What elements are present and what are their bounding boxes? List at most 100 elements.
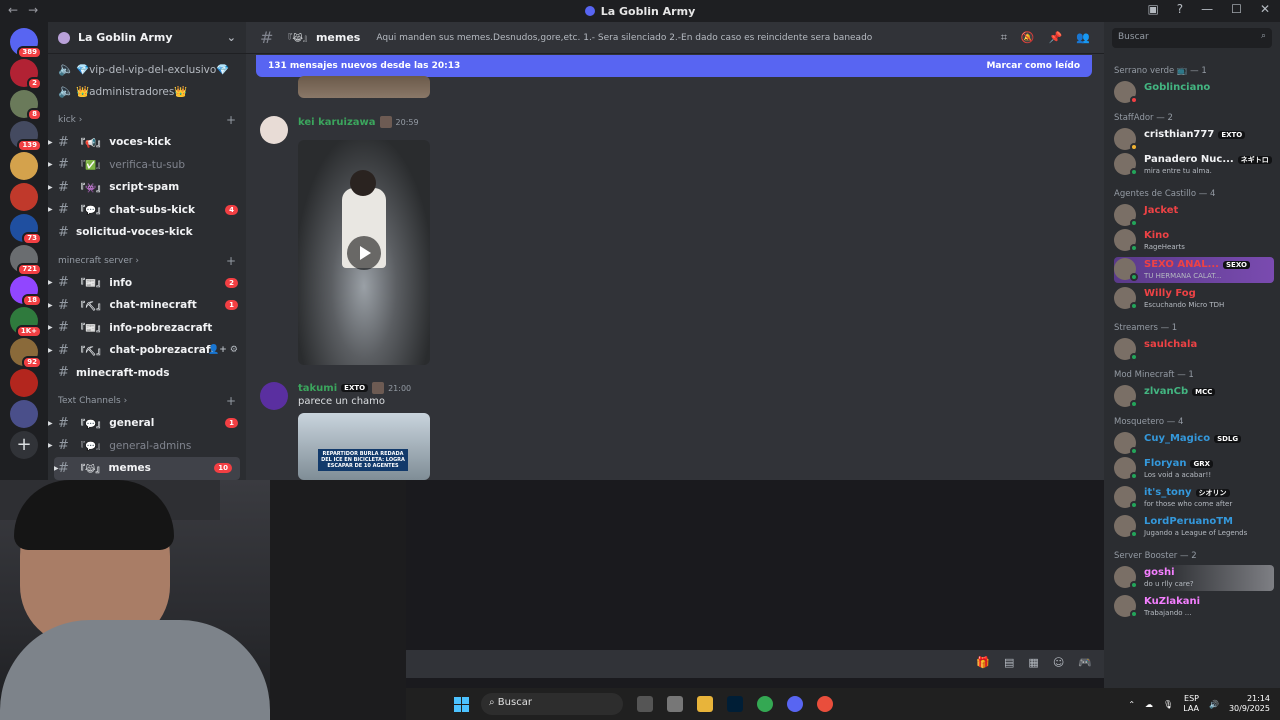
server-icon[interactable] (10, 183, 38, 211)
help-icon[interactable]: ? (1177, 2, 1183, 16)
chevron-down-icon[interactable]: ⌄ (227, 31, 236, 44)
member-item[interactable]: Kino RageHearts (1114, 228, 1274, 254)
video-attachment[interactable] (298, 140, 430, 365)
server-icon[interactable] (10, 369, 38, 397)
threads-icon[interactable]: ⌗ (1001, 31, 1007, 45)
photoshop-icon[interactable] (727, 696, 743, 712)
mark-read-button[interactable]: Marcar como leído (986, 61, 1080, 71)
server-icon[interactable]: 139 (10, 121, 42, 152)
channel-voces-kick[interactable]: ▶ # 『📢』 voces-kick (48, 131, 246, 154)
cloud-icon[interactable]: ☁ (1145, 700, 1153, 709)
mic-icon[interactable]: 🎙 (1163, 700, 1173, 709)
message-composer[interactable]: 🎁 ▤ ▦ ☺ 🎮 (406, 650, 1104, 678)
add-server-button[interactable]: + (10, 431, 38, 459)
member-item[interactable]: it's_tony シオリン for those who come after (1114, 485, 1274, 511)
chrome-icon[interactable] (757, 696, 773, 712)
member-item[interactable]: LordPeruanoTM Jugando a League of Legends (1114, 514, 1274, 540)
server-icon[interactable] (10, 152, 38, 180)
member-item[interactable]: KuZlakani Trabajando ... (1114, 594, 1274, 620)
gif-icon[interactable]: ▤ (1004, 656, 1014, 669)
message-author[interactable]: takumi (298, 383, 337, 394)
channel-chat-minecraft[interactable]: ▶ # 『⛏』 chat-minecraft 1 (48, 294, 246, 317)
maximize-icon[interactable]: ☐ (1231, 2, 1242, 16)
member-item[interactable]: Jacket (1114, 203, 1274, 229)
category-header[interactable]: Text Channels › + (48, 390, 246, 412)
server-icon[interactable]: 73 (10, 214, 42, 245)
server-header[interactable]: La Goblin Army ⌄ (48, 22, 246, 54)
member-item[interactable]: cristhian777 EXTO (1114, 127, 1274, 153)
channel-topic[interactable]: Aqui manden sus memes.Desnudos,gore,etc.… (376, 33, 872, 43)
inbox-icon[interactable]: ▣ (1147, 2, 1158, 16)
app-icon[interactable] (667, 696, 683, 712)
member-item[interactable]: Floryan GRX Los void a acabar!! (1114, 456, 1274, 482)
category-header[interactable]: kick › + (48, 109, 246, 131)
file-explorer-icon[interactable] (697, 696, 713, 712)
channel-item[interactable]: 🔈 💎vip-del-vip-del-exclusivo💎 (48, 58, 246, 81)
play-icon[interactable] (347, 235, 381, 270)
new-messages-bar[interactable]: 131 mensajes nuevos desde las 20:13 Marc… (256, 55, 1092, 77)
channel-label: voces-kick (109, 136, 172, 149)
server-icon[interactable]: 389 (10, 28, 42, 59)
channel-settings-icon[interactable]: 👤+ ⚙ (208, 345, 238, 355)
pin-icon[interactable]: 📌 (1049, 31, 1063, 45)
channel-memes[interactable]: ▶ # 『😹』 memes 10 (54, 457, 240, 480)
mute-bell-icon[interactable]: 🔕 (1021, 31, 1035, 45)
status-indicator (1130, 273, 1138, 281)
server-icon[interactable]: 2 (10, 59, 42, 90)
image-attachment[interactable]: REPARTIDOR BURLA REDADA DEL ICE EN BICIC… (298, 413, 430, 480)
server-icon[interactable]: 1K+ (10, 307, 42, 338)
server-icon[interactable] (10, 400, 38, 428)
member-item[interactable]: Cuy_Magico SDLG (1114, 431, 1274, 457)
channel-solicitud-voces-kick[interactable]: # solicitud-voces-kick (48, 221, 246, 244)
sticker-icon[interactable]: ▦ (1028, 656, 1038, 669)
member-item[interactable]: SEXO ANAL... SEXO TU HERMANA CALAT... (1114, 257, 1274, 283)
channel-item[interactable]: 🔈 👑administradores👑 (48, 81, 246, 104)
server-icon[interactable]: 8 (10, 90, 42, 121)
clock-time[interactable]: 21:14 (1247, 694, 1270, 703)
webcam-frame (0, 620, 270, 720)
search-input[interactable]: Buscar ⌕ (1112, 28, 1272, 48)
message-author[interactable]: kei karuizawa (298, 117, 376, 128)
avatar[interactable] (260, 116, 288, 144)
member-item[interactable]: goshi do u rlly care? (1114, 565, 1274, 591)
server-icon[interactable]: 92 (10, 338, 42, 369)
category-header[interactable]: minecraft server › + (48, 250, 246, 272)
channel-chat-subs-kick[interactable]: ▶ # 『💬』 chat-subs-kick 4 (48, 199, 246, 222)
close-icon[interactable]: ✕ (1260, 2, 1270, 16)
member-item[interactable]: Panadero Nuc... ネギトロ mira entre tu alma. (1114, 152, 1274, 178)
member-group-header: Mod Minecraft — 1 (1114, 370, 1194, 380)
member-item[interactable]: saulchala (1114, 337, 1274, 363)
channel-general-admins[interactable]: ▶ # 『💬』 general-admins (48, 435, 246, 458)
add-channel-icon[interactable]: + (226, 254, 236, 268)
taskbar-search[interactable]: ⌕ Buscar (481, 693, 623, 715)
avatar[interactable] (260, 382, 288, 410)
member-item[interactable]: Willy Fog Escuchando Micro TDH (1114, 286, 1274, 312)
app-icon[interactable] (817, 696, 833, 712)
channel-minecraft-mods[interactable]: # minecraft-mods (48, 362, 246, 385)
minimize-icon[interactable]: — (1201, 2, 1213, 16)
channel-verifica-tu-sub[interactable]: ▶ # 『✅』 verifica-tu-sub (48, 154, 246, 177)
volume-icon[interactable]: 🔊 (1209, 700, 1219, 709)
emoji-icon[interactable]: ☺ (1053, 656, 1064, 669)
task-view-icon[interactable] (637, 696, 653, 712)
add-channel-icon[interactable]: + (226, 113, 236, 127)
server-icon[interactable]: 721 (10, 245, 42, 276)
apps-icon[interactable]: 🎮 (1078, 656, 1092, 669)
channel-script-spam[interactable]: ▶ # 『👾』 script-spam (48, 176, 246, 199)
member-item[interactable]: zlvanCb MCC (1114, 384, 1274, 410)
channel-chat-pobrezacraft[interactable]: ▶ # 『⛏』 chat-pobrezacraft 👤+ ⚙ (48, 339, 246, 362)
language[interactable]: ESP (1184, 694, 1199, 703)
gift-icon[interactable]: 🎁 (976, 656, 990, 669)
server-icon[interactable]: 18 (10, 276, 42, 307)
channel-info-pobrezacraft[interactable]: ▶ # 『📰』 info-pobrezacraft (48, 317, 246, 340)
member-item[interactable]: Goblinciano (1114, 80, 1274, 106)
add-channel-icon[interactable]: + (226, 394, 236, 408)
webcam-overlay (0, 480, 406, 720)
chevron-up-icon[interactable]: ⌃ (1128, 700, 1135, 709)
member-list-icon[interactable]: 👥 (1076, 31, 1090, 45)
previous-media[interactable] (298, 76, 430, 98)
discord-icon[interactable] (787, 696, 803, 712)
channel-general[interactable]: ▶ # 『💬』 general 1 (48, 412, 246, 435)
channel-info[interactable]: ▶ # 『📰』 info 2 (48, 272, 246, 295)
windows-start-icon[interactable] (454, 696, 469, 712)
